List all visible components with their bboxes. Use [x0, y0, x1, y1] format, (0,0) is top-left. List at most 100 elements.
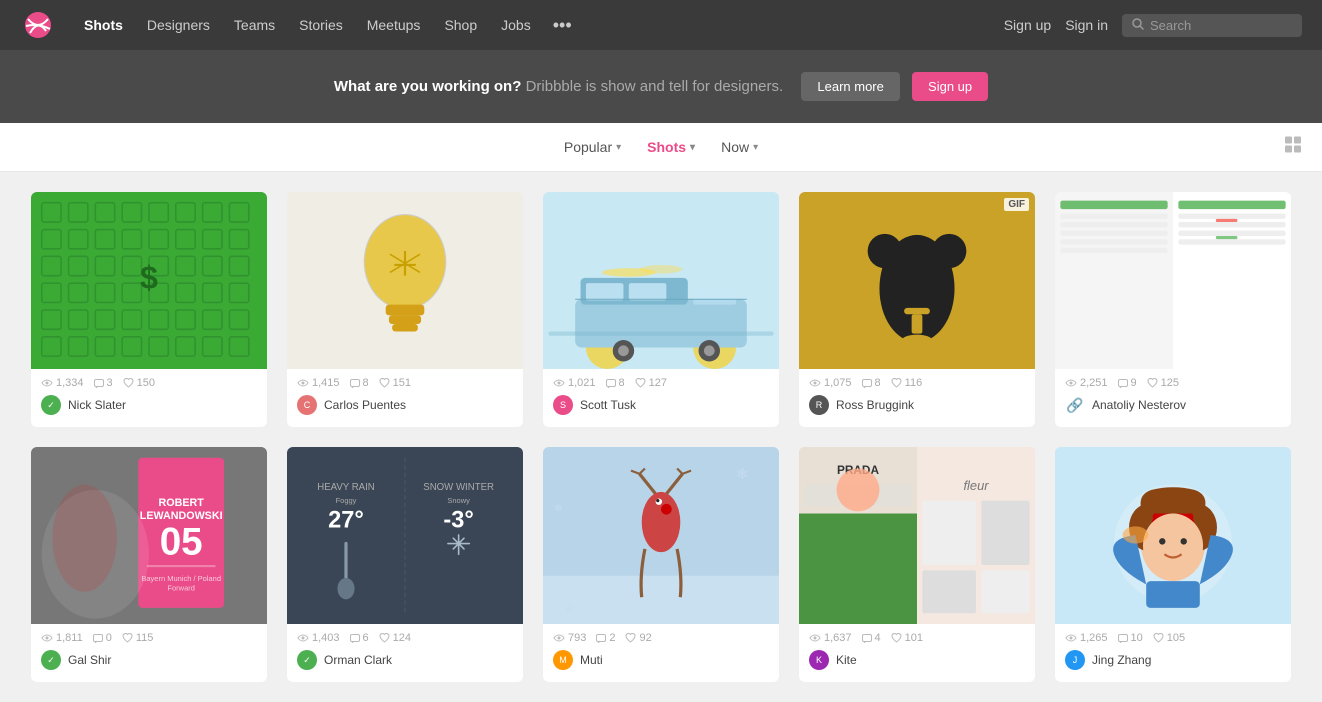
- svg-text:❄: ❄: [736, 466, 749, 483]
- shot-meta: 1,811 0 115 ✓ Gal Shir: [31, 624, 267, 682]
- nav-designers[interactable]: Designers: [137, 11, 220, 39]
- author-name: Scott Tusk: [580, 398, 636, 412]
- pro-badge: ✓: [297, 650, 317, 670]
- shot-card[interactable]: HEAVY RAIN Foggy 27° SNOW WINTER Snowy -…: [287, 447, 523, 682]
- shot-meta: 1,415 8 151 C Carlos Puentes: [287, 369, 523, 427]
- author-name: Carlos Puentes: [324, 398, 406, 412]
- shot-card[interactable]: 1,265 10 105 J Jing Zhang: [1055, 447, 1291, 682]
- shot-author[interactable]: ✓ Gal Shir: [41, 650, 257, 678]
- shot-author[interactable]: R Ross Bruggink: [809, 395, 1025, 423]
- filter-popular[interactable]: Popular ▾: [554, 133, 631, 161]
- banner-description: Dribbble is show and tell for designers.: [526, 78, 784, 95]
- sign-up-link[interactable]: Sign up: [1004, 17, 1051, 33]
- shot-author[interactable]: ✓ Orman Clark: [297, 650, 513, 678]
- view-count: 1,415: [297, 377, 340, 389]
- nav-stories[interactable]: Stories: [289, 11, 353, 39]
- shot-card[interactable]: $ 1,334 3 150 ✓ Nick Slate: [31, 192, 267, 427]
- svg-text:ROBERT: ROBERT: [159, 497, 205, 509]
- filter-bar: Popular ▾ Shots ▾ Now ▾: [0, 123, 1322, 172]
- nav-shop[interactable]: Shop: [434, 11, 487, 39]
- shot-author[interactable]: S Scott Tusk: [553, 395, 769, 423]
- sign-in-link[interactable]: Sign in: [1065, 17, 1108, 33]
- like-count: 92: [625, 632, 651, 644]
- view-count: 1,265: [1065, 632, 1108, 644]
- view-count: 1,403: [297, 632, 340, 644]
- comment-count: 3: [94, 377, 113, 389]
- view-count: 1,334: [41, 377, 84, 389]
- shot-card[interactable]: PRADA fleur 1,637 4 101: [799, 447, 1035, 682]
- author-name: Jing Zhang: [1092, 653, 1151, 667]
- like-count: 127: [635, 377, 667, 389]
- shot-meta: 1,637 4 101 K Kite: [799, 624, 1035, 682]
- author-name: Ross Bruggink: [836, 398, 914, 412]
- shot-card[interactable]: 1,415 8 151 C Carlos Puentes: [287, 192, 523, 427]
- nav-more[interactable]: •••: [545, 9, 580, 42]
- shot-card[interactable]: ❄ ❄ ❄ 793 2 92 M M: [543, 447, 779, 682]
- author-name: Muti: [580, 653, 603, 667]
- shot-thumbnail: [1055, 447, 1291, 624]
- banner-question: What are you working on?: [334, 78, 522, 95]
- shot-author[interactable]: 🔗 Anatoliy Nesterov: [1065, 395, 1281, 423]
- author-name: Gal Shir: [68, 653, 111, 667]
- svg-text:27°: 27°: [328, 507, 364, 533]
- pro-badge: ✓: [41, 395, 61, 415]
- filter-shots[interactable]: Shots ▾: [637, 133, 705, 161]
- nav-teams[interactable]: Teams: [224, 11, 285, 39]
- view-count: 1,811: [41, 632, 83, 644]
- filter-now[interactable]: Now ▾: [711, 133, 768, 161]
- author-name: Anatoliy Nesterov: [1092, 398, 1186, 412]
- svg-text:Forward: Forward: [167, 584, 195, 593]
- like-count: 101: [891, 632, 923, 644]
- like-count: 125: [1147, 377, 1179, 389]
- nav-meetups[interactable]: Meetups: [357, 11, 431, 39]
- shot-card[interactable]: 1,021 8 127 S Scott Tusk: [543, 192, 779, 427]
- search-input[interactable]: [1150, 18, 1292, 33]
- like-count: 124: [379, 632, 411, 644]
- banner-signup-button[interactable]: Sign up: [912, 72, 988, 101]
- shot-author[interactable]: C Carlos Puentes: [297, 395, 513, 423]
- nav-shots[interactable]: Shots: [74, 11, 133, 39]
- link-badge: 🔗: [1065, 395, 1085, 415]
- shot-meta: 1,021 8 127 S Scott Tusk: [543, 369, 779, 427]
- shot-thumbnail: ROBERT LEWANDOWSKI 05 Bayern Munich / Po…: [31, 447, 267, 624]
- shot-card[interactable]: 2,251 9 125 🔗 Anatoliy Nesterov: [1055, 192, 1291, 427]
- logo[interactable]: [20, 11, 56, 39]
- shot-card[interactable]: GIF 1,075 8 116 R Ross Bruggink: [799, 192, 1035, 427]
- grid-toggle[interactable]: [1284, 136, 1302, 159]
- author-name: Nick Slater: [68, 398, 126, 412]
- learn-more-button[interactable]: Learn more: [801, 72, 899, 101]
- banner: What are you working on? Dribbble is sho…: [0, 50, 1322, 123]
- like-count: 105: [1153, 632, 1185, 644]
- shot-author[interactable]: M Muti: [553, 650, 769, 678]
- shot-stats: 1,637 4 101: [809, 632, 1025, 644]
- shot-meta: 1,265 10 105 J Jing Zhang: [1055, 624, 1291, 682]
- shot-thumbnail: GIF: [799, 192, 1035, 369]
- svg-text:❄: ❄: [554, 502, 563, 514]
- view-count: 793: [553, 632, 586, 644]
- svg-text:HEAVY RAIN: HEAVY RAIN: [317, 482, 375, 493]
- shot-stats: 1,021 8 127: [553, 377, 769, 389]
- svg-text:05: 05: [160, 520, 203, 563]
- chevron-down-icon: ▾: [616, 142, 621, 153]
- svg-text:SNOW WINTER: SNOW WINTER: [423, 482, 494, 493]
- shot-author[interactable]: ✓ Nick Slater: [41, 395, 257, 423]
- shot-author[interactable]: K Kite: [809, 650, 1025, 678]
- comment-count: 9: [1118, 377, 1137, 389]
- comment-count: 4: [862, 632, 881, 644]
- shot-stats: 1,811 0 115: [41, 632, 257, 644]
- view-count: 1,637: [809, 632, 852, 644]
- shot-meta: 793 2 92 M Muti: [543, 624, 779, 682]
- shot-thumbnail: [1055, 192, 1291, 369]
- shot-stats: 793 2 92: [553, 632, 769, 644]
- comment-count: 8: [862, 377, 881, 389]
- like-count: 116: [891, 377, 923, 389]
- search-box[interactable]: [1122, 14, 1302, 37]
- like-count: 150: [123, 377, 155, 389]
- nav-jobs[interactable]: Jobs: [491, 11, 541, 39]
- shot-meta: 1,403 6 124 ✓ Orman Clark: [287, 624, 523, 682]
- shot-card[interactable]: ROBERT LEWANDOWSKI 05 Bayern Munich / Po…: [31, 447, 267, 682]
- shots-container: $ 1,334 3 150 ✓ Nick Slate: [11, 192, 1311, 682]
- nav-links: Shots Designers Teams Stories Meetups Sh…: [74, 9, 580, 42]
- shot-stats: 1,265 10 105: [1065, 632, 1281, 644]
- shot-author[interactable]: J Jing Zhang: [1065, 650, 1281, 678]
